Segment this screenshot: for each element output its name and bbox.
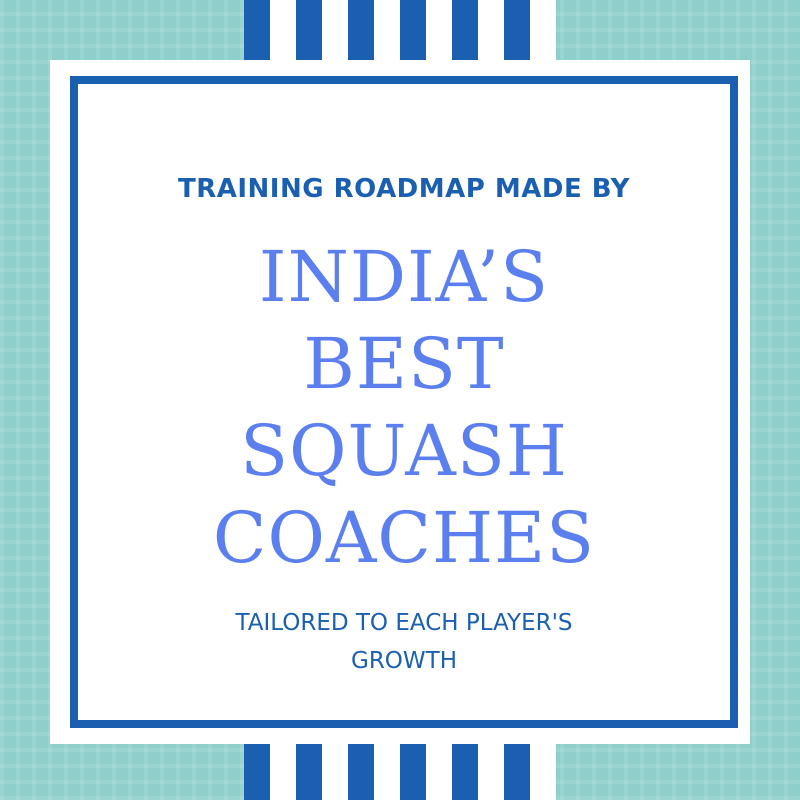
kicker-text: TRAINING ROADMAP MADE BY (178, 174, 630, 204)
headline-line: BEST (303, 323, 505, 405)
headline-line: INDIA’S (258, 236, 550, 318)
headline-line: COACHES (212, 497, 596, 579)
tagline-line: TAILORED TO EACH PLAYER'S (235, 610, 573, 636)
headline: INDIA’S BEST SQUASH COACHES (78, 234, 730, 582)
tagline: TAILORED TO EACH PLAYER'S GROWTH (78, 604, 730, 680)
blue-border-frame: TRAINING ROADMAP MADE BY INDIA’S BEST SQ… (70, 76, 738, 728)
tagline-line: GROWTH (351, 648, 457, 674)
headline-line: SQUASH (240, 410, 568, 492)
